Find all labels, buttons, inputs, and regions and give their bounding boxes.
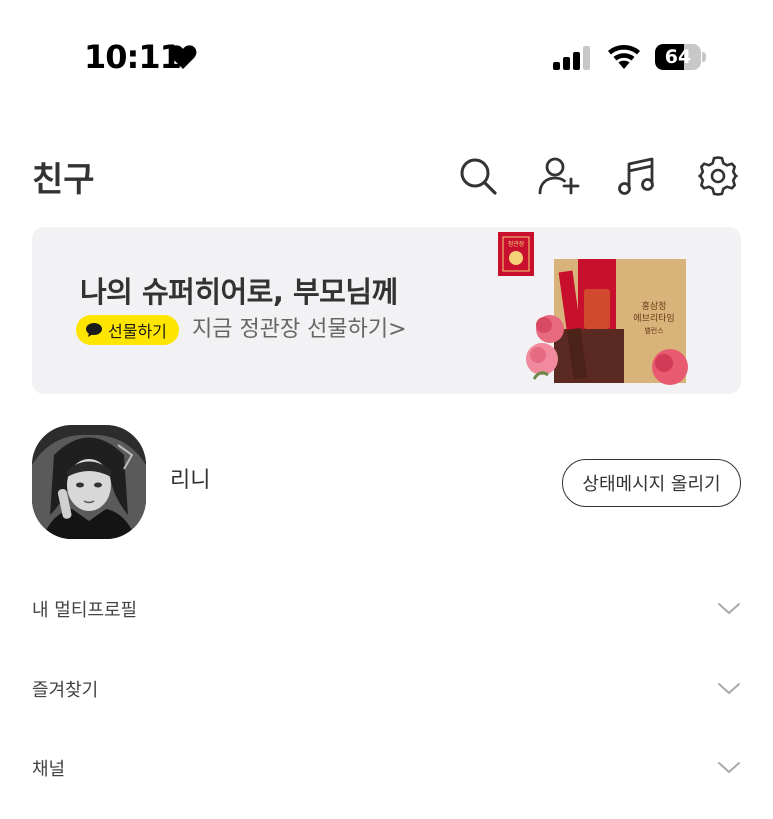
product-box-text-3: 밸런스 [644,326,664,335]
battery-indicator: 64 [655,44,706,70]
battery-level-text: 64 [664,46,692,68]
gift-chip[interactable]: 선물하기 [76,315,179,345]
section-multi-profile[interactable]: 내 멀티프로필 [0,578,773,638]
post-status-message-button[interactable]: 상태메시지 올리기 [562,459,741,507]
avatar-image [32,425,146,539]
wifi-icon [608,45,640,69]
page-title: 친구 [32,160,95,200]
chevron-down-icon[interactable] [716,678,742,698]
chat-bubble-icon [86,323,102,337]
section-label: 채널 [32,759,66,780]
heart-icon [169,45,197,69]
cellular-signal-icon [553,46,590,70]
add-friend-icon[interactable] [538,155,580,197]
chevron-down-icon[interactable] [716,757,742,777]
status-bar: 10:11 64 [0,0,773,118]
avatar[interactable] [32,425,146,539]
product-logo-text: 정관장 [508,240,525,248]
product-image: 정관장 홍삼정 에브리타임 밸런스 [498,232,688,385]
section-favorites[interactable]: 즐겨찾기 [0,658,773,718]
gift-banner[interactable]: 나의 슈퍼히어로, 부모님께 선물하기 지금 정관장 선물하기> 정관장 홍삼정… [32,227,741,394]
search-icon[interactable] [457,155,499,197]
section-channels[interactable]: 채널 [0,737,773,797]
gift-chip-label: 선물하기 [108,322,167,341]
section-label: 즐겨찾기 [32,680,99,701]
music-icon[interactable] [616,155,658,197]
product-box-text-2: 에브리타임 [633,312,674,324]
section-label: 내 멀티프로필 [32,600,138,621]
settings-icon[interactable] [697,155,739,197]
chevron-down-icon[interactable] [716,598,742,618]
banner-title: 나의 슈퍼히어로, 부모님께 [80,275,398,309]
banner-subtitle: 지금 정관장 선물하기> [192,317,407,342]
profile-name[interactable]: 리니 [170,462,210,494]
product-box-text-1: 홍삼정 [642,300,667,312]
status-time: 10:11 [84,38,182,76]
